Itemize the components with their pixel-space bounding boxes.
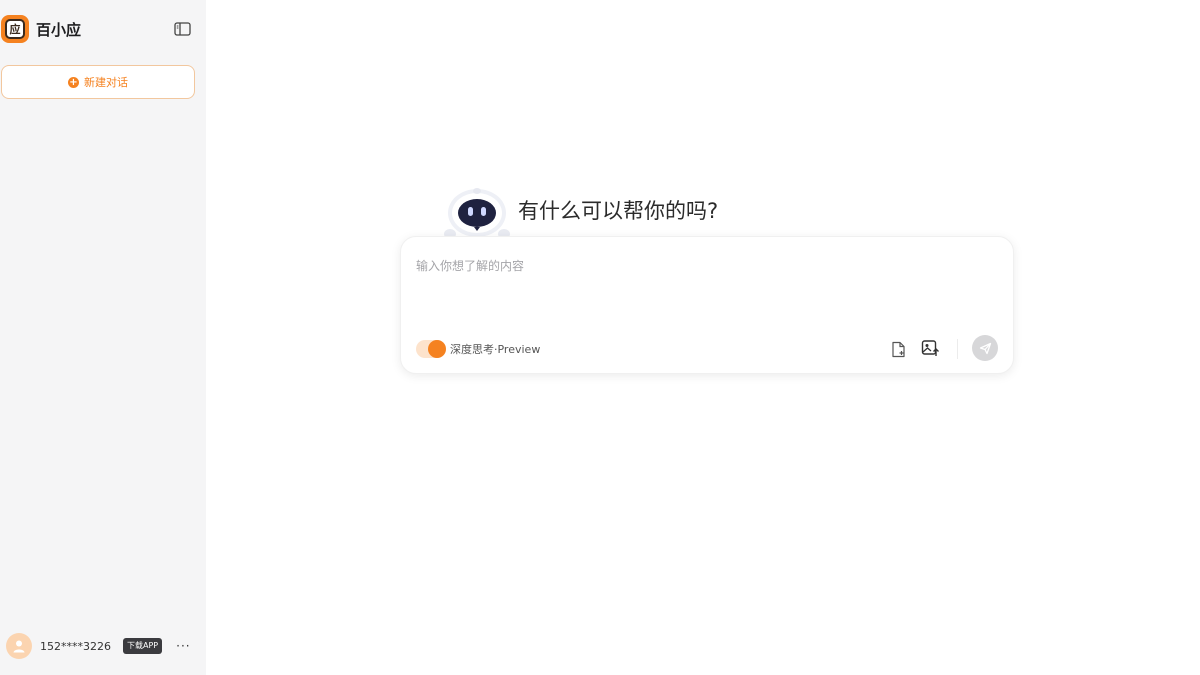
brand[interactable]: 应 百小应: [1, 15, 81, 43]
robot-mascot-icon: [444, 188, 510, 239]
toolbar-divider: [957, 339, 958, 359]
deep-think-label: 深度思考·Preview: [450, 343, 541, 356]
user-avatar-icon: [13, 640, 25, 653]
user-phone: 152****3226: [40, 639, 111, 653]
brand-logo: 应: [1, 15, 29, 43]
new-chat-button[interactable]: + 新建对话: [1, 65, 195, 99]
avatar[interactable]: [6, 633, 32, 659]
send-button[interactable]: [972, 335, 998, 361]
chat-input[interactable]: [416, 255, 996, 277]
chat-composer: 深度思考·Preview: [400, 236, 1014, 374]
user-profile-row: 152****3226 下载APP ···: [6, 633, 201, 659]
toggle-knob: [428, 340, 446, 358]
more-options-button[interactable]: ···: [176, 640, 190, 652]
sidebar-collapse-button[interactable]: [172, 20, 192, 38]
download-app-button[interactable]: 下载APP: [123, 638, 163, 654]
plus-circle-icon: +: [68, 76, 79, 88]
sidebar: 应 百小应 + 新建对话 152****3226 下载APP ···: [0, 0, 206, 675]
upload-file-button[interactable]: [888, 339, 908, 359]
deep-think-switch[interactable]: [416, 340, 446, 358]
file-upload-icon: [891, 341, 905, 357]
greeting-text: 有什么可以帮你的吗?: [518, 199, 719, 223]
upload-image-button[interactable]: [920, 338, 940, 358]
image-upload-icon: [921, 339, 939, 356]
brand-logo-glyph: 应: [5, 19, 25, 39]
new-chat-label: 新建对话: [84, 76, 128, 89]
greeting: 有什么可以帮你的吗?: [444, 183, 718, 239]
sidebar-collapse-icon: [173, 22, 191, 36]
send-icon: [979, 342, 991, 354]
deep-think-toggle[interactable]: 深度思考·Preview: [416, 339, 540, 359]
app-window: 应 百小应 + 新建对话 152****3226 下载APP ··· 有什么可以…: [0, 0, 1200, 675]
brand-name: 百小应: [36, 20, 82, 39]
